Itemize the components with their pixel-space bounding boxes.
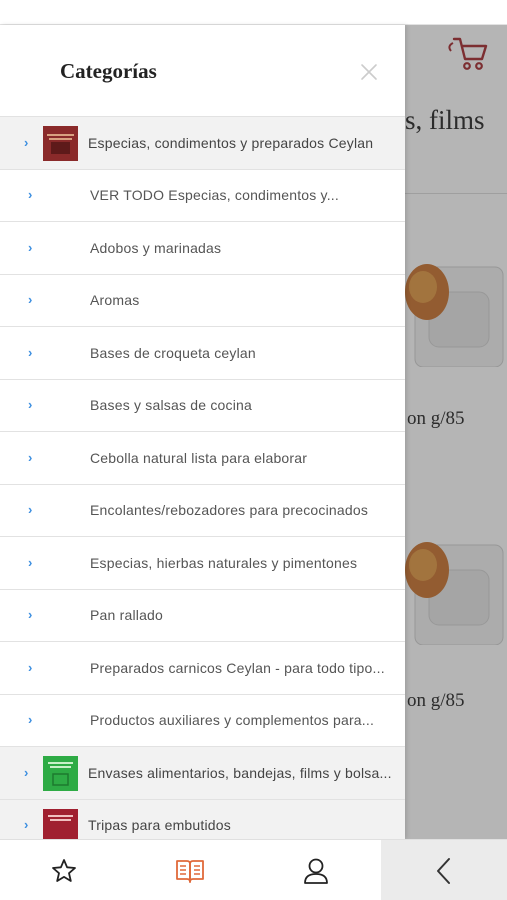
subcategory-label: Adobos y marinadas (90, 239, 222, 256)
book-icon (176, 859, 204, 883)
chevron-right-icon: › (28, 397, 33, 412)
tab-favorites[interactable] (4, 840, 124, 900)
chevron-right-icon: › (28, 712, 33, 727)
chevron-left-icon (437, 857, 450, 884)
category-list: › Especias, condimentos y preparados Cey… (0, 117, 405, 839)
subcategory-item[interactable]: › Bases de croqueta ceylan (0, 327, 405, 380)
status-bar (0, 0, 507, 25)
categories-drawer: Categorías › Especias, condimentos y pre… (0, 25, 405, 839)
chevron-right-icon: › (28, 449, 33, 465)
drawer-header: Categorías (0, 25, 405, 117)
category-thumbnail (43, 808, 78, 839)
category-thumbnail (43, 756, 78, 791)
background-page: s, films on g/85 on g/85 (405, 25, 507, 839)
back-button[interactable] (381, 840, 507, 900)
subcategory-item[interactable]: › Especias, hierbas naturales y pimenton… (0, 537, 405, 590)
chevron-right-icon: › (28, 239, 33, 255)
chevron-right-icon: › (24, 764, 29, 780)
close-icon[interactable] (356, 59, 382, 85)
category-item[interactable]: › Envases alimentarios, bandejas, films … (0, 747, 405, 800)
chevron-right-icon: › (28, 607, 33, 622)
category-label: Especias, condimentos y preparados Ceyla… (88, 134, 374, 151)
subcategory-item[interactable]: › Bases y salsas de cocina (0, 379, 405, 432)
subcategory-item[interactable]: › Aromas (0, 274, 405, 327)
dim-overlay[interactable] (405, 25, 507, 839)
category-label: Tripas para embutidos (88, 817, 231, 834)
subcategory-label: VER TODO Especias, condimentos y... (90, 187, 339, 204)
subcategory-label: Encolantes/rebozadores para precocinados (90, 502, 369, 519)
category-thumbnail (43, 126, 78, 161)
subcategory-label: Pan rallado (90, 607, 164, 624)
subcategory-item[interactable]: › Cebolla natural lista para elaborar (0, 432, 405, 485)
subcategory-label: Aromas (90, 292, 140, 309)
subcategory-label: Cebolla natural lista para elaborar (90, 449, 308, 466)
chevron-right-icon: › (28, 502, 33, 517)
star-icon (52, 858, 76, 882)
tab-bar (0, 839, 507, 900)
chevron-right-icon: › (28, 554, 33, 570)
chevron-right-icon: › (24, 134, 29, 150)
subcategory-item[interactable]: › Preparados carnicos Ceylan - para todo… (0, 642, 405, 695)
subcategory-label: Bases de croqueta ceylan (90, 344, 256, 361)
subcategory-item[interactable]: › Pan rallado (0, 589, 405, 642)
subcategory-item[interactable]: › VER TODO Especias, condimentos y... (0, 169, 405, 222)
category-item[interactable]: › Especias, condimentos y preparados Cey… (0, 117, 405, 170)
chevron-right-icon: › (28, 292, 33, 307)
tab-catalog[interactable] (130, 840, 250, 900)
subcategory-item[interactable]: › Encolantes/rebozadores para precocinad… (0, 484, 405, 537)
subcategory-label: Bases y salsas de cocina (90, 397, 252, 414)
chevron-right-icon: › (28, 187, 33, 202)
subcategory-item[interactable]: › Productos auxiliares y complementos pa… (0, 694, 405, 747)
drawer-title: Categorías (60, 59, 157, 83)
subcategory-label: Especias, hierbas naturales y pimentones (90, 554, 358, 571)
subcategory-label: Productos auxiliares y complementos para… (90, 712, 375, 729)
user-icon (304, 858, 328, 884)
chevron-right-icon: › (28, 344, 33, 360)
chevron-right-icon: › (24, 817, 29, 832)
tab-account[interactable] (256, 840, 376, 900)
category-label: Envases alimentarios, bandejas, films y … (88, 764, 392, 781)
subcategory-item[interactable]: › Adobos y marinadas (0, 222, 405, 275)
subcategory-label: Preparados carnicos Ceylan - para todo t… (90, 659, 385, 676)
chevron-right-icon: › (28, 659, 33, 675)
category-item[interactable]: › Tripas para embutidos (0, 799, 405, 839)
